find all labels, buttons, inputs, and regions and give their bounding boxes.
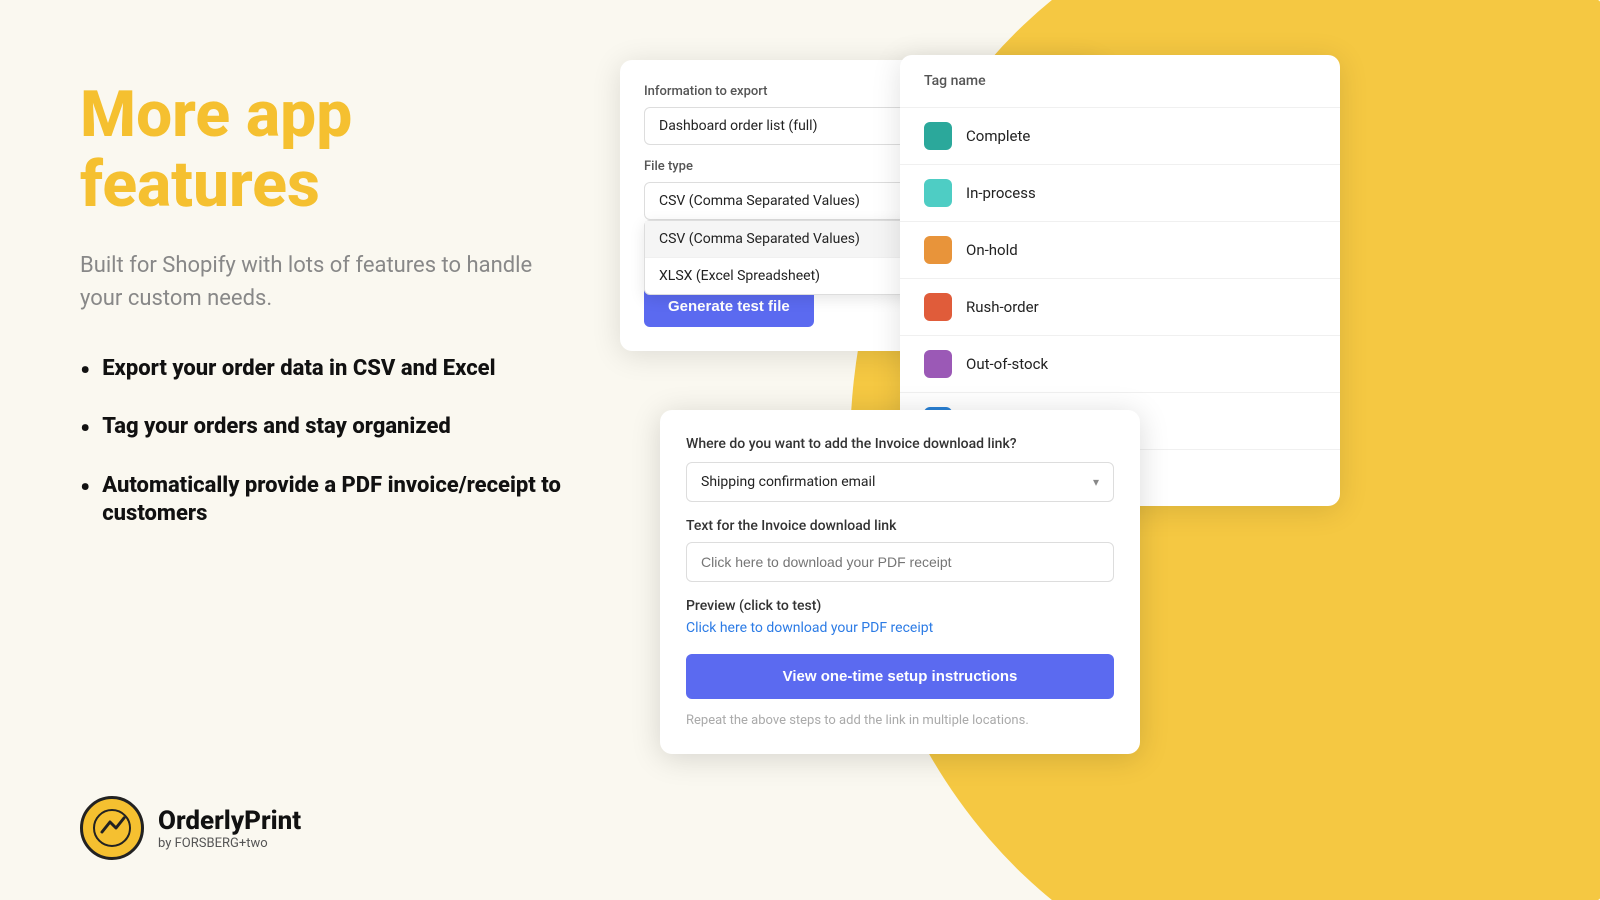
tag-dot-inprocess bbox=[924, 179, 952, 207]
left-panel: More app features Built for Shopify with… bbox=[0, 0, 660, 900]
logo-area: OrderlyPrint by FORSBERG+two bbox=[80, 796, 600, 860]
tag-item-outofstock[interactable]: Out-of-stock bbox=[900, 336, 1340, 393]
setup-button[interactable]: View one-time setup instructions bbox=[686, 654, 1114, 699]
tag-card-header: Tag name bbox=[900, 55, 1340, 108]
tag-dot-outofstock bbox=[924, 350, 952, 378]
tag-item-inprocess[interactable]: In-process bbox=[900, 165, 1340, 222]
logo-svg bbox=[92, 808, 132, 848]
chevron-down-icon: ▾ bbox=[1093, 475, 1099, 489]
hero-subtitle: Built for Shopify with lots of features … bbox=[80, 249, 560, 315]
feature-list: Export your order data in CSV and Excel … bbox=[80, 355, 600, 529]
tag-label-complete: Complete bbox=[966, 127, 1030, 145]
right-panel: Information to export Dashboard order li… bbox=[600, 0, 1600, 900]
preview-link[interactable]: Click here to download your PDF receipt bbox=[686, 620, 1114, 636]
logo-subtitle: by FORSBERG+two bbox=[158, 836, 301, 851]
repeat-text: Repeat the above steps to add the link i… bbox=[686, 713, 1114, 728]
feature-item-2: Tag your orders and stay organized bbox=[80, 413, 600, 447]
feature-item-3: Automatically provide a PDF invoice/rece… bbox=[80, 472, 600, 529]
invoice-select-label: Where do you want to add the Invoice dow… bbox=[686, 436, 1114, 452]
tag-item-rush[interactable]: Rush-order bbox=[900, 279, 1340, 336]
invoice-select-value: Shipping confirmation email bbox=[701, 474, 875, 490]
invoice-card: Where do you want to add the Invoice dow… bbox=[660, 410, 1140, 754]
invoice-text-label: Text for the Invoice download link bbox=[686, 518, 1114, 534]
tag-label-onhold: On-hold bbox=[966, 241, 1018, 259]
invoice-select-dropdown[interactable]: Shipping confirmation email ▾ bbox=[686, 462, 1114, 502]
tag-dot-onhold bbox=[924, 236, 952, 264]
logo-text-block: OrderlyPrint by FORSBERG+two bbox=[158, 806, 301, 851]
tag-label-outofstock: Out-of-stock bbox=[966, 355, 1048, 373]
feature-item-1: Export your order data in CSV and Excel bbox=[80, 355, 600, 389]
invoice-text-input[interactable] bbox=[686, 542, 1114, 582]
tag-item-onhold[interactable]: On-hold bbox=[900, 222, 1340, 279]
logo-icon bbox=[80, 796, 144, 860]
tag-label-rush: Rush-order bbox=[966, 298, 1039, 316]
logo-name: OrderlyPrint bbox=[158, 806, 301, 836]
tag-dot-complete bbox=[924, 122, 952, 150]
preview-label: Preview (click to test) bbox=[686, 598, 1114, 614]
tag-label-inprocess: In-process bbox=[966, 184, 1036, 202]
tag-dot-rush bbox=[924, 293, 952, 321]
hero-title: More app features bbox=[80, 80, 600, 221]
tag-item-complete[interactable]: Complete bbox=[900, 108, 1340, 165]
